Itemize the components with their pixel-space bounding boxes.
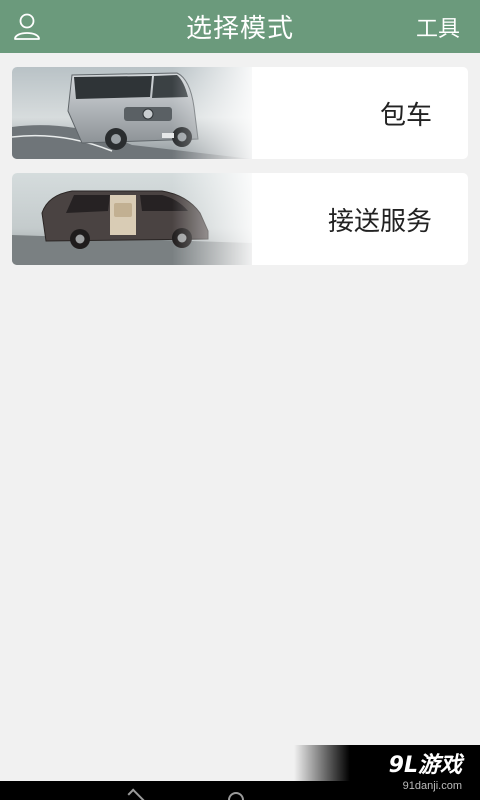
mode-card-charter[interactable]: 包车 — [12, 67, 468, 159]
user-icon — [14, 13, 40, 40]
page-title: 选择模式 — [185, 14, 294, 44]
tools-button[interactable]: 工具 — [416, 0, 460, 53]
mode-label: 包车 — [379, 100, 432, 131]
user-icon-button[interactable] — [10, 9, 44, 43]
card-fade — [172, 67, 262, 159]
app-screen: 选择模式 工具 包车 接送服务 9L游戏 91danji.com — [0, 0, 480, 800]
mode-card-pickup[interactable]: 接送服务 — [12, 173, 468, 265]
header-bar: 选择模式 工具 — [0, 0, 480, 53]
watermark-brand: 9L游戏 — [388, 753, 462, 778]
watermark-site: 91danji.com — [402, 780, 462, 792]
card-fade — [172, 173, 262, 265]
watermark-banner: 9L游戏 — [294, 745, 480, 781]
mode-label: 接送服务 — [327, 206, 432, 237]
